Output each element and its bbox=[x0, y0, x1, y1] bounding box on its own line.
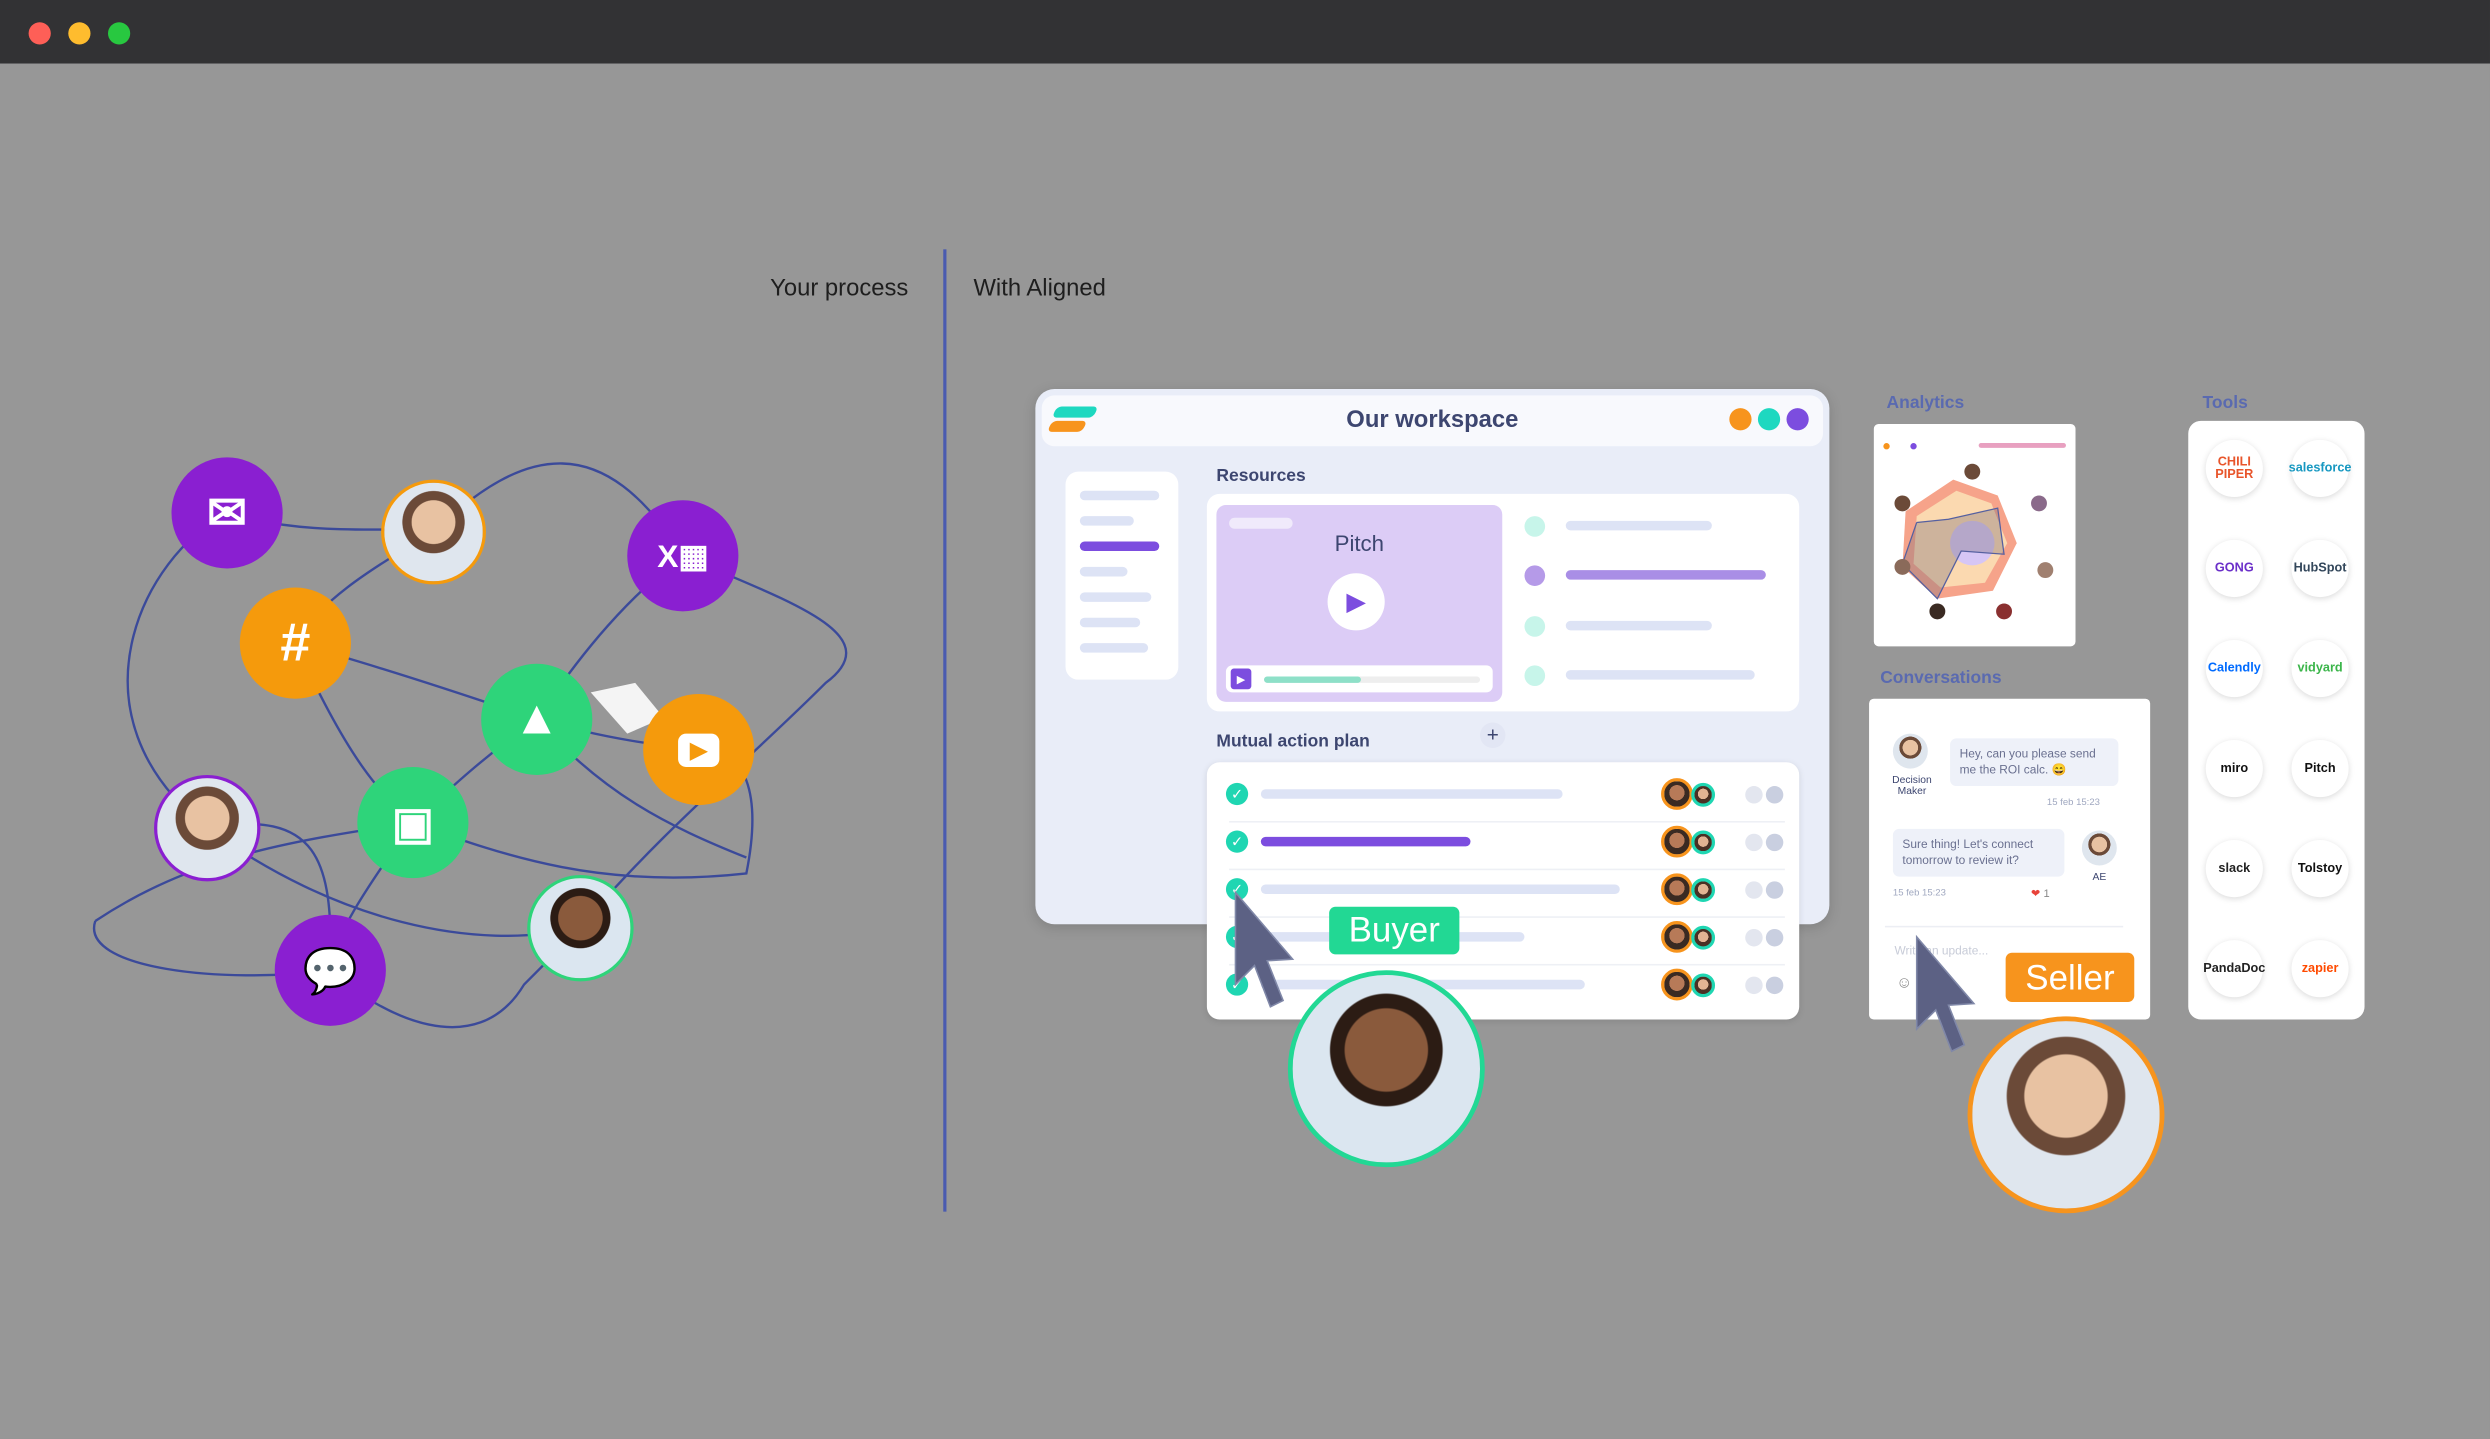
avatar bbox=[527, 874, 634, 982]
avatar bbox=[381, 479, 486, 585]
resources-card: Pitch ▶ ▶ bbox=[1206, 493, 1800, 712]
cursor-icon bbox=[1915, 934, 1976, 1053]
workspace-header: Our workspace bbox=[1041, 395, 1824, 447]
seller-label: Seller bbox=[2005, 952, 2135, 1003]
status-dot bbox=[1745, 928, 1763, 947]
status-dot bbox=[1745, 881, 1763, 899]
avatar bbox=[1691, 973, 1716, 998]
add-button[interactable]: + bbox=[1480, 722, 1506, 748]
slack-icon: # bbox=[239, 587, 351, 699]
youtube-icon: ▶ bbox=[643, 693, 755, 806]
task-bar bbox=[1260, 884, 1620, 895]
avatar bbox=[1691, 782, 1716, 807]
avatar bbox=[1661, 825, 1693, 858]
sidebar-item-active[interactable] bbox=[1079, 541, 1160, 552]
video-controls: ▶ bbox=[1225, 665, 1493, 693]
resources-label: Resources bbox=[1216, 466, 1306, 486]
message-bubble: Hey, can you please send me the ROI calc… bbox=[1950, 738, 2119, 787]
play-button-small[interactable]: ▶ bbox=[1230, 668, 1252, 690]
google-drive-icon: ▲ bbox=[481, 663, 593, 775]
analytics-label: Analytics bbox=[1886, 393, 1965, 413]
tools-label: Tools bbox=[2202, 393, 2248, 413]
pitch-video[interactable]: Pitch ▶ ▶ bbox=[1216, 504, 1503, 702]
analytics-card[interactable] bbox=[1873, 423, 2076, 647]
buyer-avatar bbox=[1287, 970, 1485, 1168]
message-bubble: Sure thing! Let's connect tomorrow to re… bbox=[1892, 828, 2065, 877]
check-icon[interactable]: ✓ bbox=[1225, 782, 1249, 806]
dot-orange bbox=[1729, 408, 1752, 431]
message-author: Decision Maker bbox=[1892, 774, 1932, 798]
google-sheets-icon: ▣ bbox=[357, 767, 469, 879]
seller-avatar bbox=[1967, 1016, 2165, 1214]
chat-icon: 💬 bbox=[274, 914, 386, 1026]
tool-miro[interactable]: miro bbox=[2205, 740, 2263, 798]
check-icon[interactable]: ✓ bbox=[1225, 830, 1249, 853]
cursor-icon bbox=[1234, 890, 1295, 1008]
mail-icon: ✉ bbox=[171, 457, 283, 569]
tool-calendly[interactable]: Calendly bbox=[2205, 639, 2263, 698]
tool-vidyard[interactable]: vidyard bbox=[2291, 639, 2349, 698]
dot-purple bbox=[1786, 408, 1809, 431]
action-plan-row[interactable]: ✓ bbox=[1207, 775, 1799, 823]
task-bar bbox=[1260, 836, 1471, 847]
avatar bbox=[1661, 921, 1693, 953]
tool-zapier[interactable]: zapier bbox=[2291, 940, 2349, 998]
avatar bbox=[1691, 925, 1716, 950]
message-author: AE bbox=[2092, 871, 2107, 883]
workspace-title: Our workspace bbox=[1346, 406, 1519, 434]
ae-avatar bbox=[2081, 830, 2117, 866]
with-aligned-heading: With Aligned bbox=[973, 274, 1106, 302]
avatar bbox=[1661, 968, 1693, 1001]
workspace-sidebar bbox=[1065, 471, 1179, 680]
status-dot bbox=[1765, 881, 1784, 899]
excel-icon: X▦ bbox=[627, 500, 739, 612]
tool-salesforce[interactable]: salesforce bbox=[2289, 439, 2352, 498]
message-time: 15 feb 15:23 bbox=[1892, 889, 1946, 899]
mutual-action-plan-label: Mutual action plan bbox=[1216, 732, 1370, 752]
tool-tolstoy[interactable]: Tolstoy bbox=[2291, 840, 2349, 898]
radar-chart bbox=[1883, 443, 2066, 620]
video-progress[interactable] bbox=[1264, 676, 1481, 683]
avatar bbox=[1661, 778, 1693, 810]
conversations-label: Conversations bbox=[1880, 668, 2002, 688]
tools-card: CHILI PIPER salesforce GONG HubSpot Calendly… bbox=[2188, 420, 2365, 1020]
decision-maker-avatar bbox=[1892, 733, 1928, 769]
status-dot bbox=[1745, 833, 1763, 852]
status-dot bbox=[1765, 786, 1784, 804]
avatar bbox=[1691, 830, 1716, 855]
tool-slack[interactable]: slack bbox=[2205, 840, 2263, 898]
task-bar bbox=[1260, 789, 1563, 799]
avatar bbox=[1661, 873, 1693, 906]
status-dot bbox=[1745, 786, 1763, 804]
tool-chili-piper[interactable]: CHILI PIPER bbox=[2205, 439, 2263, 498]
video-title: Pitch bbox=[1334, 530, 1385, 556]
status-dot bbox=[1765, 976, 1784, 995]
action-plan-row[interactable]: ✓ bbox=[1207, 823, 1799, 871]
reaction-heart[interactable]: ❤ 1 bbox=[2031, 888, 2050, 900]
stage: Your process With Aligned ✉ X▦ # ▲ ▶ ▣ 💬… bbox=[0, 0, 2490, 1439]
message-time: 15 feb 15:23 bbox=[2046, 798, 2100, 809]
dot-teal bbox=[1757, 408, 1781, 431]
status-dot bbox=[1765, 928, 1784, 947]
tool-hubspot[interactable]: HubSpot bbox=[2291, 539, 2349, 598]
play-icon[interactable]: ▶ bbox=[1327, 573, 1385, 631]
status-dot bbox=[1745, 976, 1763, 995]
avatar bbox=[154, 774, 261, 882]
status-dot bbox=[1765, 833, 1784, 852]
tool-pandadoc[interactable]: PandaDoc bbox=[2203, 940, 2265, 998]
avatar bbox=[1691, 878, 1716, 902]
tool-gong[interactable]: GONG bbox=[2205, 539, 2263, 598]
tool-pitch[interactable]: Pitch bbox=[2291, 740, 2349, 798]
buyer-label: Buyer bbox=[1329, 906, 1460, 955]
